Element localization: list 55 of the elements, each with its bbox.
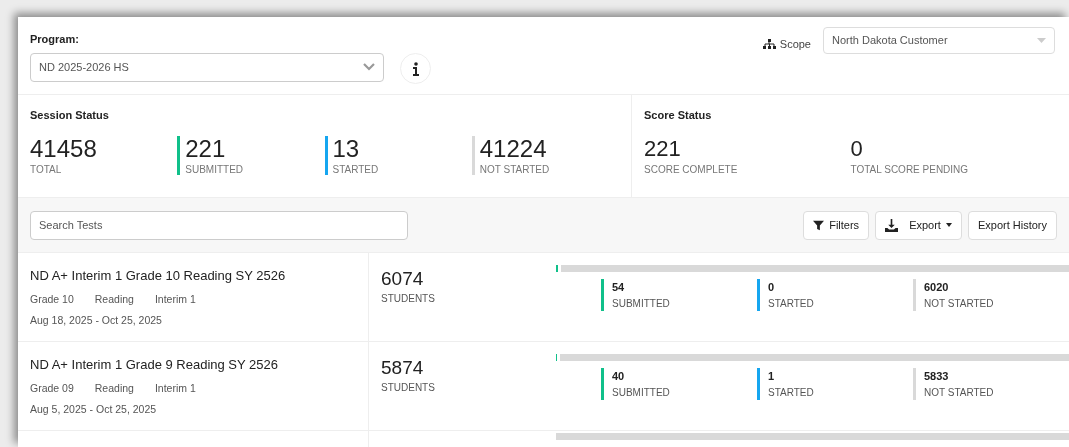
info-icon [412, 61, 419, 76]
stat-label: TOTAL [30, 162, 63, 177]
filters-button[interactable]: Filters [803, 210, 870, 240]
count-value: 1 [768, 369, 776, 384]
download-icon [885, 218, 899, 232]
students-count: 6074 [381, 267, 425, 291]
count-label: SUBMITTED [612, 296, 670, 311]
stat-label: SUBMITTED [185, 162, 244, 177]
program-label: Program: [30, 32, 80, 47]
test-tag: Interim 1 [154, 291, 196, 308]
stat-value: 221 [185, 135, 227, 162]
test-tag: Reading [94, 291, 134, 308]
count-label: SUBMITTED [612, 385, 670, 400]
test-tag: Grade 10 [30, 291, 74, 308]
count-label: STARTED [768, 385, 814, 400]
students-label: STUDENTS [381, 292, 436, 306]
test-title[interactable]: ND A+ Interim 1 Grade 9 Reading SY 2526 [30, 355, 356, 375]
count-label: NOT STARTED [924, 296, 994, 311]
stat-label: SCORE COMPLETE [644, 162, 739, 177]
count-value: 40 [612, 369, 626, 384]
test-dates: Aug 5, 2025 - Oct 25, 2025 [30, 402, 158, 418]
stat-value: 0 [850, 135, 864, 162]
scope-select[interactable]: North Dakota Customer [823, 27, 1055, 54]
chevron-down-icon [363, 63, 375, 71]
students-count: 5874 [381, 356, 425, 380]
stat-value: 41458 [30, 135, 97, 162]
stat-value: 13 [332, 135, 361, 162]
test-tag: Interim 1 [154, 380, 196, 397]
caret-down-icon [1037, 38, 1046, 43]
test-tag: Grade 09 [30, 380, 74, 397]
stat-value: 41224 [479, 135, 548, 162]
export-button[interactable]: Export [875, 210, 962, 240]
program-select[interactable]: ND 2025-2026 HS [30, 52, 384, 82]
count-value: 6020 [924, 280, 950, 295]
test-dates: Aug 18, 2025 - Oct 25, 2025 [30, 313, 163, 329]
scope-label: Scope [779, 37, 811, 53]
stat-label: STARTED [332, 162, 379, 177]
test-tag: Reading [94, 380, 134, 397]
stat-value: 221 [644, 135, 682, 162]
filter-icon [813, 219, 825, 231]
count-value: 0 [768, 280, 776, 295]
stat-label: TOTAL SCORE PENDING [850, 162, 970, 177]
score-status-title: Score Status [644, 108, 713, 123]
stat-label: NOT STARTED [479, 162, 550, 177]
export-history-button[interactable]: Export History [967, 210, 1057, 240]
count-label: NOT STARTED [924, 385, 994, 400]
students-label: STUDENTS [381, 381, 436, 395]
hierarchy-icon [762, 39, 776, 50]
count-value: 5833 [924, 369, 950, 384]
test-title[interactable]: ND A+ Interim 1 Grade 10 Reading SY 2526 [30, 266, 356, 286]
session-status-title: Session Status [30, 108, 110, 123]
search-field[interactable]: Search Tests [30, 210, 408, 240]
count-label: STARTED [768, 296, 814, 311]
count-value: 54 [612, 280, 626, 295]
caret-down-icon [945, 223, 952, 227]
